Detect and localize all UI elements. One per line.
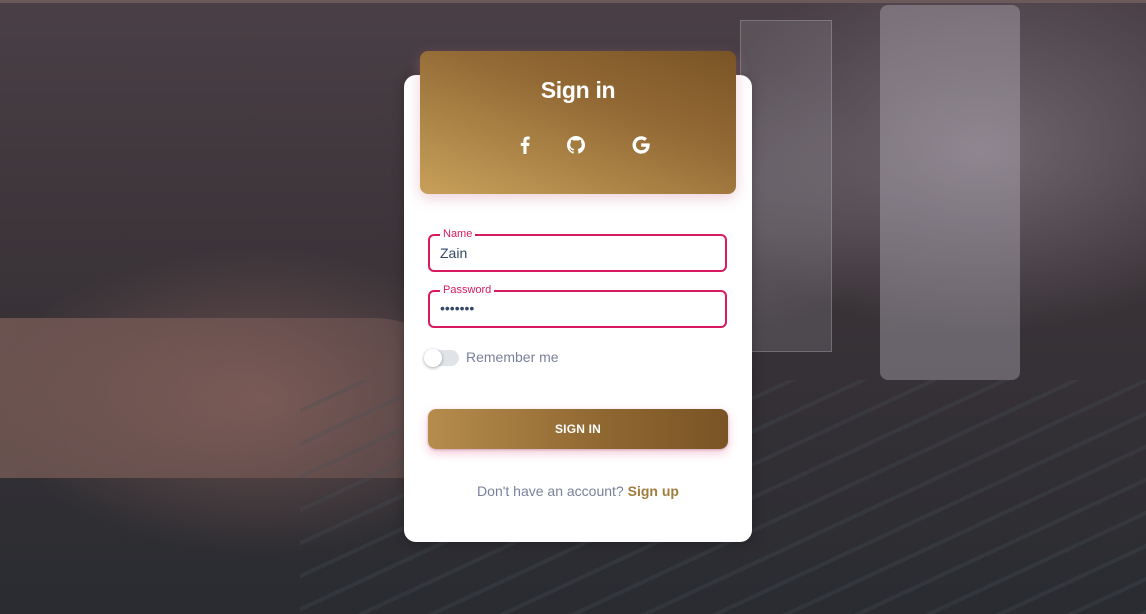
page-title: Sign in [540, 77, 616, 103]
signup-prompt: Don't have an account? Sign up [404, 483, 752, 499]
sign-in-button[interactable]: SIGN IN [428, 409, 728, 449]
facebook-icon [520, 136, 530, 154]
top-divider [0, 0, 1146, 3]
signup-prompt-text: Don't have an account? [477, 483, 624, 499]
background-panel [740, 20, 832, 352]
google-icon [632, 136, 650, 154]
toggle-knob [424, 349, 442, 367]
background-page: Sign in Name Zain Password ••••••• Remem… [0, 0, 1146, 614]
github-button[interactable] [561, 130, 591, 160]
github-icon [567, 136, 585, 154]
name-field[interactable]: Name Zain [428, 228, 727, 272]
signin-header: Sign in [420, 51, 736, 194]
remember-me-label[interactable]: Remember me [466, 349, 559, 365]
sign-up-link[interactable]: Sign up [628, 483, 679, 499]
password-label: Password [440, 284, 495, 297]
name-input-value[interactable]: Zain [440, 245, 467, 261]
background-screen [880, 5, 1020, 380]
remember-me-toggle[interactable] [424, 349, 459, 367]
facebook-button[interactable] [510, 130, 540, 160]
name-label: Name [440, 228, 476, 241]
password-field[interactable]: Password ••••••• [428, 284, 727, 328]
password-input-value[interactable]: ••••••• [440, 300, 474, 316]
google-button[interactable] [626, 130, 656, 160]
